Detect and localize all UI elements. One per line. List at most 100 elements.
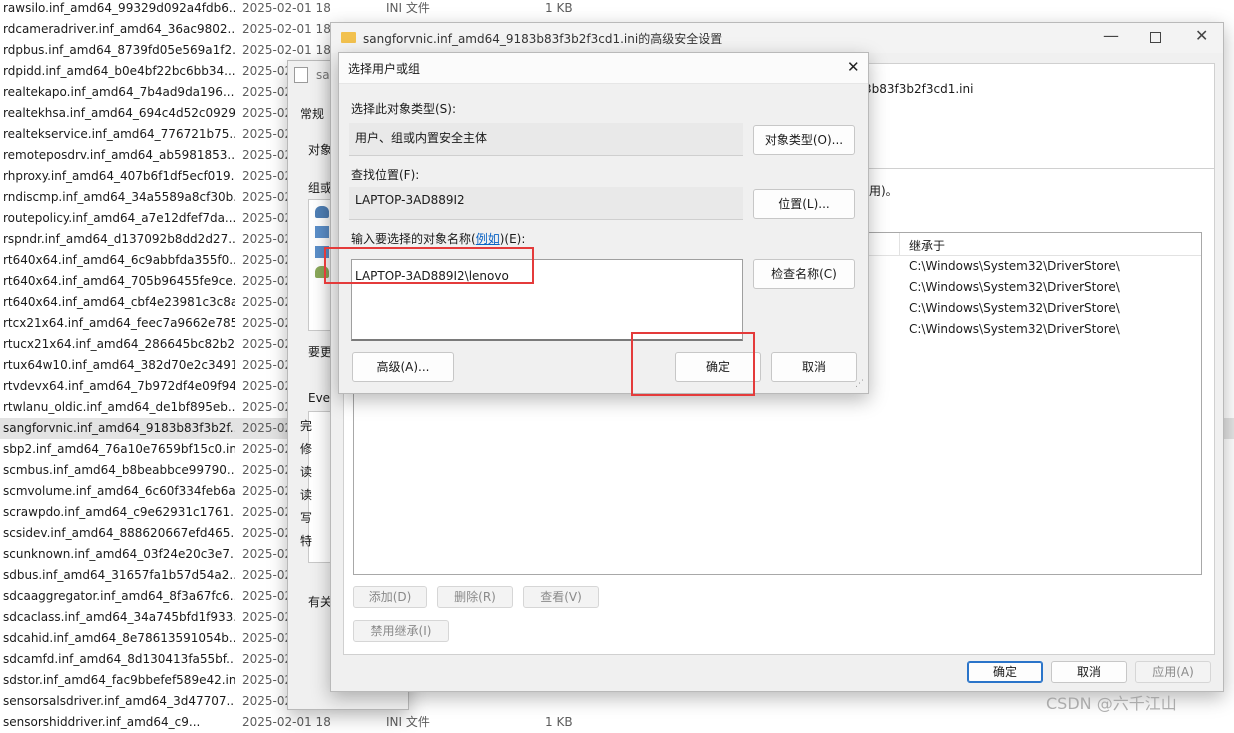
file-name: rtvdevx64.inf_amd64_7b972df4e09f94... xyxy=(3,379,235,393)
dialog-close-icon[interactable]: ✕ xyxy=(847,58,860,76)
file-name: sbp2.inf_amd64_76a10e7659bf15c0.ini xyxy=(3,442,235,456)
file-name: scmvolume.inf_amd64_6c60f334feb6a... xyxy=(3,484,235,498)
group-label: 组或 xyxy=(308,181,333,195)
file-name: rhproxy.inf_amd64_407b6f1df5ecf019... xyxy=(3,169,235,183)
permission-name: 修 xyxy=(300,442,313,456)
file-name: sdcaaggregator.inf_amd64_8f3a67fc6... xyxy=(3,589,235,603)
file-name: rdpbus.inf_amd64_8739fd05e569a1f2... xyxy=(3,43,235,57)
file-name: rndiscmp.inf_amd64_34a5589a8cf30b... xyxy=(3,190,235,204)
file-name: scsidev.inf_amd64_888620667efd465... xyxy=(3,526,235,540)
file-date: 2025-02-01 18: xyxy=(242,43,332,57)
file-name: rt640x64.inf_amd64_cbf4e23981c3c8a... xyxy=(3,295,235,309)
file-type: INI 文件 xyxy=(386,1,430,15)
inherit-header: 继承于 xyxy=(909,239,946,253)
enter-name-prefix: 输入要选择的对象名称( xyxy=(351,232,476,246)
permission-name: 特 xyxy=(300,534,313,548)
object-type-field: 用户、组或内置安全主体 xyxy=(349,123,743,156)
file-type: INI 文件 xyxy=(386,715,430,729)
dialog-cancel-button[interactable]: 取消 xyxy=(771,352,857,382)
file-date: 2025-02-01 18:45 xyxy=(242,1,332,15)
file-size: 1 KB xyxy=(545,715,573,729)
file-name: rt640x64.inf_amd64_6c9abbfda355f0... xyxy=(3,253,235,267)
check-names-button[interactable]: 检查名称(C) xyxy=(753,259,855,289)
apply-button[interactable]: 应用(A) xyxy=(1135,661,1211,683)
properties-title-icon xyxy=(294,67,308,83)
maximize-icon[interactable] xyxy=(1150,32,1161,43)
permission-name: 写 xyxy=(300,511,313,525)
file-name: sdstor.inf_amd64_fac9bbefef589e42.ini xyxy=(3,673,235,687)
file-name: scmbus.inf_amd64_b8beabbce99790... xyxy=(3,463,235,477)
enter-name-suffix: )(E): xyxy=(499,232,526,246)
resize-grip-icon[interactable]: ⋰ xyxy=(855,379,864,389)
watermark: CSDN @六千江山 xyxy=(1046,694,1177,713)
file-name: routepolicy.inf_amd64_a7e12dfef7da... xyxy=(3,211,235,225)
location-label: 查找位置(F): xyxy=(351,168,420,182)
inherit-row: C:\Windows\System32\DriverStore\ xyxy=(909,322,1120,336)
object-type-label: 选择此对象类型(S): xyxy=(351,102,457,116)
ok-button[interactable]: 确定 xyxy=(967,661,1043,683)
file-name: rspndr.inf_amd64_d137092b8dd2d27... xyxy=(3,232,235,246)
examples-link[interactable]: 例如 xyxy=(476,232,500,246)
file-name: sensorshiddriver.inf_amd64_c9... xyxy=(3,715,201,729)
about-label: 有关 xyxy=(308,595,333,609)
file-date: 2025-02-01 18: xyxy=(242,22,332,36)
inherit-row: C:\Windows\System32\DriverStore\ xyxy=(909,259,1120,273)
perm-label: 要更 xyxy=(308,345,333,359)
file-name: sensorsalsdriver.inf_amd64_3d47707... xyxy=(3,694,235,708)
inherit-row: C:\Windows\System32\DriverStore\ xyxy=(909,301,1120,315)
inherit-row: C:\Windows\System32\DriverStore\ xyxy=(909,280,1120,294)
highlight-object-name xyxy=(324,247,534,284)
file-name: rtcx21x64.inf_amd64_feec7a9662e785... xyxy=(3,316,235,330)
add-button[interactable]: 添加(D) xyxy=(353,586,427,608)
tab-general[interactable]: 常规 xyxy=(300,105,324,122)
highlight-ok-button xyxy=(631,332,755,396)
file-name: rawsilo.inf_amd64_99329d092a4fdb6... xyxy=(3,1,235,15)
folder-icon xyxy=(341,32,356,43)
users-icon xyxy=(315,206,329,218)
file-name: sdbus.inf_amd64_31657fa1b57d54a2... xyxy=(3,568,235,582)
file-name: realtekservice.inf_amd64_776721b75... xyxy=(3,127,235,141)
file-name: sdcahid.inf_amd64_8e78613591054b... xyxy=(3,631,235,645)
select-users-dialog: 选择用户或组 ✕ 选择此对象类型(S): 用户、组或内置安全主体 对象类型(O)… xyxy=(338,52,869,394)
enter-name-label: 输入要选择的对象名称(例如)(E): xyxy=(351,230,525,247)
locations-button[interactable]: 位置(L)... xyxy=(753,189,855,219)
object-type-value: 用户、组或内置安全主体 xyxy=(355,131,488,145)
disable-inheritance-button[interactable]: 禁用继承(I) xyxy=(353,620,449,642)
object-label: 对象 xyxy=(308,143,333,157)
file-name: rtucx21x64.inf_amd64_286645bc82b2... xyxy=(3,337,235,351)
permission-name: 读 xyxy=(300,465,313,479)
file-name: rtux64w10.inf_amd64_382d70e2c3491... xyxy=(3,358,235,372)
close-icon[interactable]: ✕ xyxy=(1195,26,1208,45)
file-name: rdpidd.inf_amd64_b0e4bf22bc6bb34... xyxy=(3,64,235,78)
object-types-button[interactable]: 对象类型(O)... xyxy=(753,125,855,155)
permission-name: 完 xyxy=(300,419,313,433)
advanced-button[interactable]: 高级(A)... xyxy=(352,352,454,382)
column-divider xyxy=(899,233,900,255)
file-name: rtwlanu_oldic.inf_amd64_de1bf895eb... xyxy=(3,400,235,414)
file-size: 1 KB xyxy=(545,1,573,15)
file-date: 2025-02-01 18:46 xyxy=(242,715,332,729)
file-name: sdcamfd.inf_amd64_8d130413fa55bf... xyxy=(3,652,235,666)
users-icon xyxy=(315,226,329,238)
file-name: rt640x64.inf_amd64_705b96455fe9ce... xyxy=(3,274,235,288)
file-name: scrawpdo.inf_amd64_c9e62931c1761... xyxy=(3,505,235,519)
file-name: sangforvnic.inf_amd64_9183b83f3b2f... xyxy=(3,421,235,435)
dialog-title: 选择用户或组 xyxy=(348,62,421,76)
file-row[interactable]: sensorshiddriver.inf_amd64_c9... 2025-02-… xyxy=(0,712,1234,733)
dialog-titlebar: 选择用户或组 ✕ xyxy=(339,53,868,84)
location-value: LAPTOP-3AD889I2 xyxy=(355,193,465,207)
cancel-button[interactable]: 取消 xyxy=(1051,661,1127,683)
minimize-icon[interactable]: — xyxy=(1103,26,1119,45)
file-name: realtekhsa.inf_amd64_694c4d52c0929... xyxy=(3,106,235,120)
permission-name: 读 xyxy=(300,488,313,502)
view-button[interactable]: 查看(V) xyxy=(523,586,599,608)
file-name: sdcaclass.inf_amd64_34a745bfd1f933... xyxy=(3,610,235,624)
file-row[interactable]: rawsilo.inf_amd64_99329d092a4fdb6... 2025… xyxy=(0,0,1234,19)
file-name: realtekapo.inf_amd64_7b4ad9da196... xyxy=(3,85,235,99)
file-name: remoteposdrv.inf_amd64_ab5981853... xyxy=(3,148,235,162)
location-field: LAPTOP-3AD889I2 xyxy=(349,187,743,220)
window-title: sangforvnic.inf_amd64_9183b83f3b2f3cd1.i… xyxy=(363,32,723,46)
remove-button[interactable]: 删除(R) xyxy=(437,586,513,608)
file-name-value: 3b83f3b2f3cd1.ini xyxy=(864,82,974,96)
titlebar: sangforvnic.inf_amd64_9183b83f3b2f3cd1.i… xyxy=(331,23,1223,53)
